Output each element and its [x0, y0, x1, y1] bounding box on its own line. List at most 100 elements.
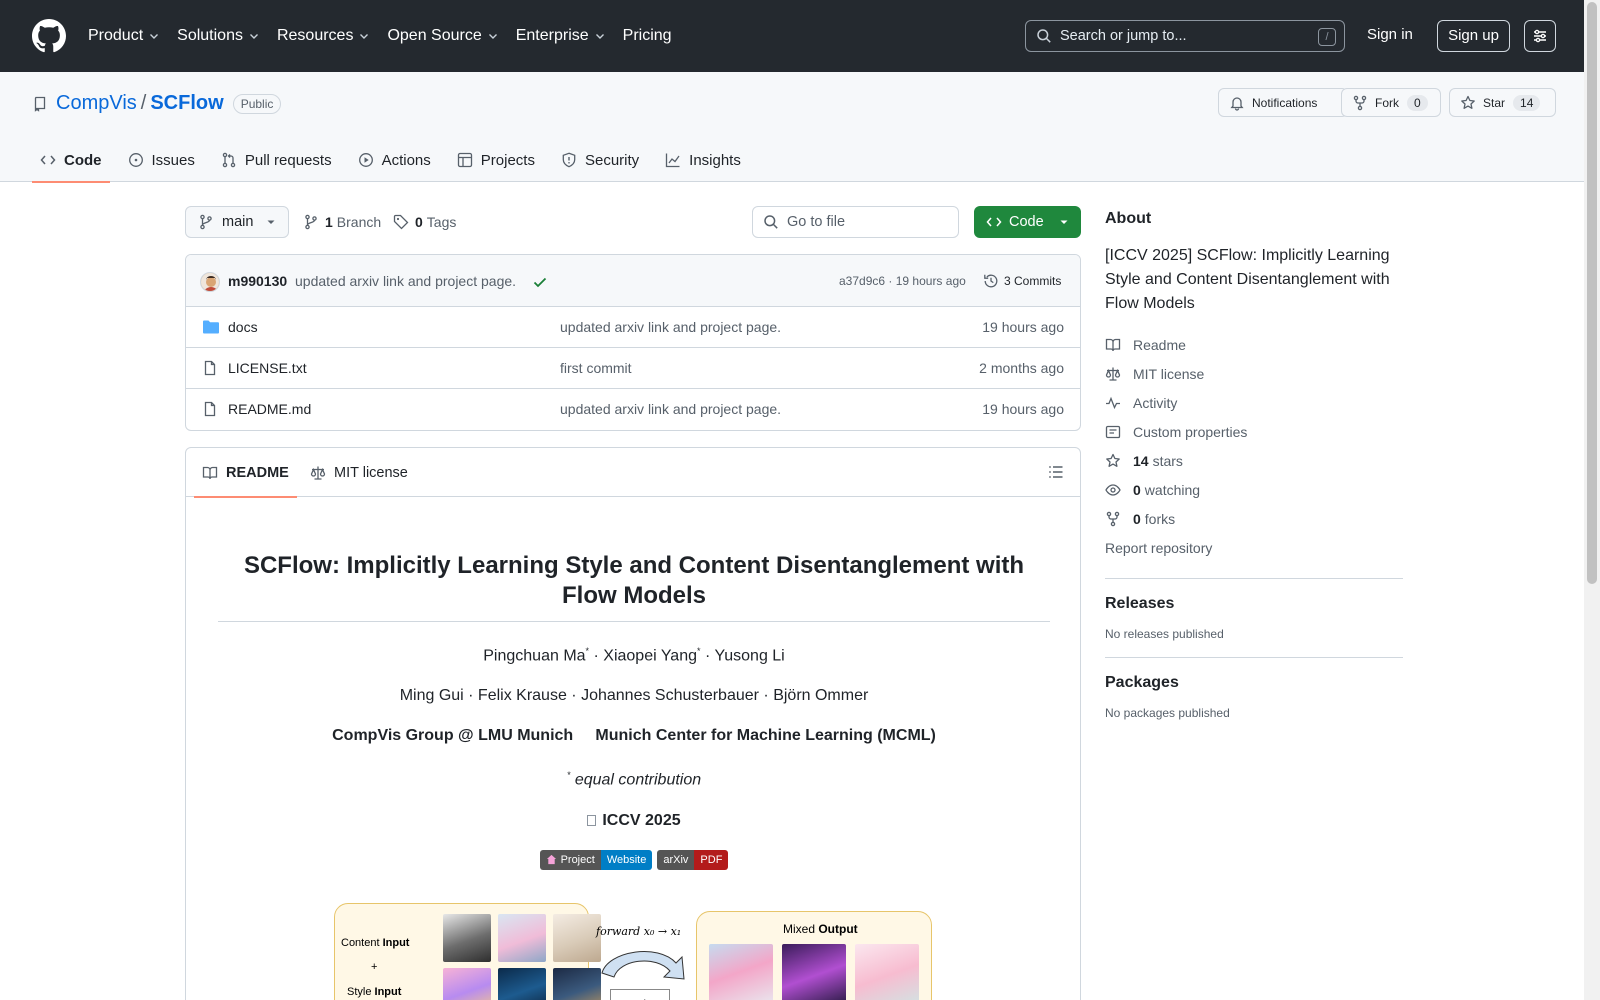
watching-label: watching: [1144, 481, 1201, 498]
fig-text-bold: Input: [382, 936, 410, 949]
settings-menu-button[interactable]: [1524, 20, 1556, 52]
code-dropdown-button[interactable]: Code: [974, 206, 1081, 238]
nav-product[interactable]: Product: [88, 27, 160, 45]
tab-code[interactable]: Code: [32, 138, 110, 183]
content-image: [443, 913, 491, 962]
file-commit-message[interactable]: updated arxiv link and project page.: [560, 401, 781, 417]
commit-history-link[interactable]: 3 Commits: [983, 273, 1061, 289]
author-separator: ·: [589, 647, 604, 665]
avatar-face-icon: [201, 273, 219, 291]
badge-left-label: Project: [560, 853, 595, 866]
branch-selector[interactable]: main: [185, 206, 289, 238]
branch-count: 1: [325, 214, 333, 230]
repo-owner-link[interactable]: CompVis: [56, 92, 137, 115]
file-name-link[interactable]: README.md: [228, 401, 311, 417]
nav-open-source[interactable]: Open Source: [387, 27, 498, 45]
list-icon[interactable]: [1048, 464, 1064, 480]
badge-left: arXiv: [657, 849, 695, 870]
arxiv-pdf-badge[interactable]: arXiv PDF: [657, 849, 729, 870]
table-row[interactable]: README.md updated arxiv link and project…: [186, 389, 1080, 430]
tab-projects-label: Projects: [480, 151, 535, 169]
project-website-badge[interactable]: Project Website: [539, 849, 653, 870]
repo-name-link[interactable]: SCFlow: [150, 92, 223, 115]
tab-projects[interactable]: Projects: [449, 138, 543, 182]
fork-button[interactable]: Fork 0: [1341, 88, 1441, 117]
file-icon: [204, 401, 216, 417]
page-scrollbar[interactable]: [1584, 0, 1600, 1000]
search-icon: [1037, 29, 1051, 43]
commit-hash-link[interactable]: a37d9c6: [839, 274, 885, 288]
code-toolbar: main 1 Branch 0 Tags Go to file Code: [185, 206, 1081, 239]
sign-up-button[interactable]: Sign up: [1437, 20, 1510, 52]
author-separator: ·: [700, 647, 715, 665]
eye-icon: [1105, 483, 1121, 496]
tab-insights[interactable]: Insights: [657, 138, 749, 182]
nav-product-label: Product: [88, 27, 144, 44]
global-search[interactable]: Search or jump to... /: [1025, 20, 1345, 52]
star-count: 14: [1513, 94, 1541, 111]
file-name-link[interactable]: docs: [228, 319, 258, 335]
nav-resources[interactable]: Resources: [277, 27, 370, 45]
tab-license[interactable]: MIT license: [310, 448, 408, 497]
stars-link[interactable]: 14 stars: [1105, 446, 1403, 475]
about-heading: About: [1105, 210, 1152, 227]
license-link[interactable]: MIT license: [1105, 359, 1403, 388]
code-icon: [40, 155, 56, 165]
readme-link[interactable]: Readme: [1105, 330, 1403, 359]
graph-icon: [666, 153, 680, 168]
missing-glyph-icon: [587, 814, 597, 826]
packages-heading[interactable]: Packages: [1105, 674, 1403, 692]
sign-in-link[interactable]: Sign in: [1367, 26, 1413, 43]
author-name: Xiaopei Yang: [603, 647, 697, 665]
tab-issues[interactable]: Issues: [120, 138, 203, 182]
file-name-link[interactable]: LICENSE.txt: [228, 360, 307, 376]
law-icon: [1105, 367, 1121, 381]
latest-commit-bar: m990130 updated arxiv link and project p…: [186, 255, 1080, 307]
tag-count-link[interactable]: 0 Tags: [393, 214, 456, 230]
tab-actions[interactable]: Actions: [350, 138, 439, 182]
repo-title: CompVis / SCFlow Public: [32, 92, 282, 115]
nav-enterprise[interactable]: Enterprise: [516, 27, 606, 45]
watching-link[interactable]: 0 watching: [1105, 475, 1403, 504]
fig-text-bold: Output: [818, 921, 858, 936]
equal-mark: *: [566, 770, 571, 781]
activity-link-label: Activity: [1133, 394, 1178, 411]
visibility-badge: Public: [232, 93, 282, 114]
tab-security[interactable]: Security: [553, 138, 647, 182]
activity-link[interactable]: Activity: [1105, 388, 1403, 417]
stars-label: stars: [1152, 452, 1183, 469]
github-logo-icon[interactable]: [32, 19, 66, 53]
tab-pull-requests[interactable]: Pull requests: [213, 138, 340, 182]
scrollbar-thumb[interactable]: [1587, 2, 1597, 584]
table-row[interactable]: docs updated arxiv link and project page…: [186, 307, 1080, 348]
stars-count: 14: [1133, 452, 1149, 469]
go-to-file-input[interactable]: Go to file: [752, 206, 959, 238]
fig-text: forward: [596, 924, 641, 938]
branch-count-link[interactable]: 1 Branch: [303, 214, 381, 230]
file-commit-message[interactable]: first commit: [560, 360, 632, 376]
tab-readme[interactable]: README: [194, 448, 297, 498]
forks-link[interactable]: 0 forks: [1105, 504, 1403, 533]
teaser-figure: Content Input + Style Input forward x₀ →…: [334, 902, 934, 1000]
tab-pull-requests-label: Pull requests: [244, 151, 332, 169]
law-icon: [310, 466, 326, 480]
table-row[interactable]: LICENSE.txt first commit 2 months ago: [186, 348, 1080, 389]
badge-left: Project: [539, 849, 601, 870]
report-repository-link[interactable]: Report repository: [1105, 533, 1403, 562]
star-button[interactable]: Star 14: [1449, 88, 1556, 117]
nav-pricing[interactable]: Pricing: [623, 27, 672, 45]
nav-solutions[interactable]: Solutions: [177, 27, 260, 45]
home-icon: [546, 855, 556, 865]
tab-issues-label: Issues: [151, 151, 195, 169]
check-icon[interactable]: [532, 274, 548, 290]
caret-down-icon: [1060, 220, 1068, 224]
custom-properties-link[interactable]: Custom properties: [1105, 417, 1403, 446]
avatar[interactable]: [200, 272, 220, 292]
authors-line-2: Ming Gui · Felix Krause · Johannes Schus…: [399, 687, 869, 705]
releases-heading[interactable]: Releases: [1105, 595, 1403, 613]
file-commit-message[interactable]: updated arxiv link and project page.: [560, 319, 781, 335]
notifications-button[interactable]: Notifications: [1218, 88, 1348, 117]
global-header: Product Solutions Resources Open Source …: [0, 0, 1600, 72]
commit-message-link[interactable]: updated arxiv link and project page.: [295, 273, 516, 289]
commit-author-link[interactable]: m990130: [228, 273, 287, 289]
